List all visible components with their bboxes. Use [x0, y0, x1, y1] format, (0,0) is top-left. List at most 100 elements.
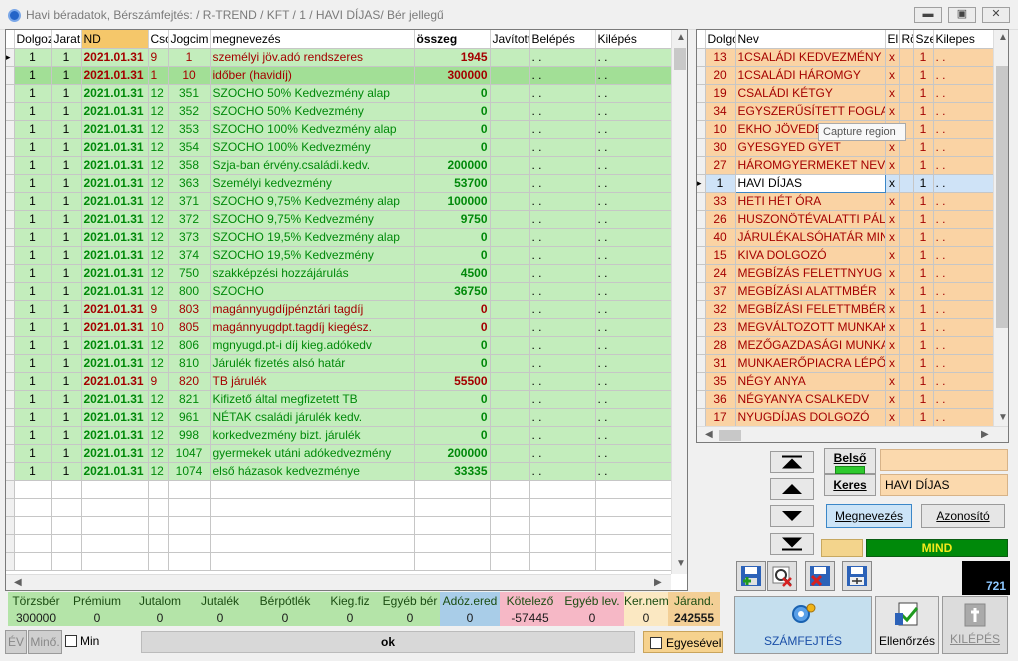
cell-amt[interactable]: 0 [414, 138, 491, 157]
cell-k[interactable]: . . [933, 156, 994, 175]
cell-cso[interactable]: 12 [148, 156, 169, 175]
cell-be[interactable]: . . [529, 210, 596, 229]
cell-jav[interactable] [490, 210, 530, 229]
cell-amt[interactable]: 0 [414, 120, 491, 139]
cell-_[interactable] [899, 102, 914, 121]
cell-ki[interactable]: . . [595, 228, 673, 247]
cell-jav[interactable] [490, 66, 530, 85]
cell-j[interactable]: 1 [51, 84, 82, 103]
cell-jav[interactable] [490, 192, 530, 211]
next-record-button[interactable] [770, 505, 814, 527]
cell-amt[interactable]: 0 [414, 300, 491, 319]
table-row[interactable]: 1 1 2021.01.31 12 961 NÉTAK családi járulék k… [6, 408, 673, 427]
cell-j[interactable]: 1 [51, 66, 82, 85]
employee-row[interactable]: 37 MEGBÍZÁSI ALATTMBÉR x 1. . [697, 282, 994, 301]
cell-id[interactable]: 26 [705, 210, 736, 229]
cell-name[interactable]: SZOCHO 100% Kedvezmény [210, 138, 415, 157]
cell-ki[interactable]: . . [595, 246, 673, 265]
column-header[interactable]: El [885, 30, 900, 49]
table-row[interactable]: 1 1 2021.01.31 12 354 SZOCHO 100% Kedvezmény 0… [6, 138, 673, 157]
cell-date[interactable]: 2021.01.31 [81, 48, 149, 67]
cell-jc[interactable]: 1047 [168, 444, 211, 463]
employee-row[interactable]: 13 1CSALÁDI KEDVEZMÉNY x 1. . [697, 48, 994, 67]
column-header[interactable]: Jogcim [168, 30, 211, 49]
cell-cso[interactable]: 12 [148, 264, 169, 283]
cell-jc[interactable]: 998 [168, 426, 211, 445]
cell-jav[interactable] [490, 300, 530, 319]
cell-date[interactable]: 2021.01.31 [81, 408, 149, 427]
cell-_[interactable] [899, 336, 914, 355]
cell-s[interactable]: 1 [913, 66, 934, 85]
cell-s[interactable]: 1 [913, 246, 934, 265]
cell-name[interactable]: SZOCHO [210, 282, 415, 301]
cell-jav[interactable] [490, 174, 530, 193]
cell-j[interactable]: 1 [51, 174, 82, 193]
cell-jc[interactable]: 353 [168, 120, 211, 139]
cell-be[interactable]: . . [529, 336, 596, 355]
cell-amt[interactable]: 1945 [414, 48, 491, 67]
cell-be[interactable]: . . [529, 228, 596, 247]
cell-id[interactable]: 1 [705, 174, 736, 193]
column-header[interactable]: Dolgoz [14, 30, 52, 49]
maximize-button[interactable]: ▣ [948, 7, 976, 23]
employee-row[interactable]: 36 NÉGYANYA CSALKEDV x 1. . [697, 390, 994, 409]
minimize-button[interactable]: ▬ [914, 7, 942, 23]
edit-record-button[interactable] [842, 561, 872, 591]
cell-jav[interactable] [490, 390, 530, 409]
cell-amt[interactable]: 0 [414, 228, 491, 247]
cell-x[interactable]: x [885, 372, 900, 391]
cell-x[interactable]: x [885, 282, 900, 301]
cell-jc[interactable]: 961 [168, 408, 211, 427]
employee-row[interactable]: 27 HÁROMGYERMEKET NEVE x 1. . [697, 156, 994, 175]
cell-_[interactable] [899, 210, 914, 229]
table-row[interactable]: 1 1 2021.01.31 10 805 magánnyugdpt.tagdíj kie… [6, 318, 673, 337]
column-header[interactable]: Nev [735, 30, 886, 49]
cell-jc[interactable]: 10 [168, 66, 211, 85]
table-row[interactable]: 1 1 2021.01.31 12 1074 első házasok kedvezmén… [6, 462, 673, 481]
cell-jc[interactable]: 803 [168, 300, 211, 319]
cell-id[interactable]: 31 [705, 354, 736, 373]
cell-x[interactable]: x [885, 300, 900, 319]
cell-jav[interactable] [490, 282, 530, 301]
cell-be[interactable]: . . [529, 246, 596, 265]
cell-jc[interactable]: 805 [168, 318, 211, 337]
cell-name[interactable]: CSALÁDI KÉTGY [735, 84, 886, 103]
cell-date[interactable]: 2021.01.31 [81, 84, 149, 103]
cell-be[interactable]: . . [529, 84, 596, 103]
employee-row[interactable]: 28 MEZŐGAZDASÁGI MUNKAI x 1. . [697, 336, 994, 355]
cell-name[interactable]: Szja-ban érvény.családi.kedv. [210, 156, 415, 175]
cell-jav[interactable] [490, 246, 530, 265]
cell-cso[interactable]: 9 [148, 300, 169, 319]
cell-jav[interactable] [490, 336, 530, 355]
cell-d[interactable]: 1 [14, 444, 52, 463]
cell-d[interactable]: 1 [14, 84, 52, 103]
cell-ki[interactable]: . . [595, 426, 673, 445]
cell-_[interactable] [899, 156, 914, 175]
cell-cso[interactable]: 9 [148, 372, 169, 391]
cell-_[interactable] [899, 390, 914, 409]
cell-x[interactable]: x [885, 408, 900, 427]
employee-row[interactable]: 35 NÉGY ANYA x 1. . [697, 372, 994, 391]
cell-name[interactable]: MEZŐGAZDASÁGI MUNKAI [735, 336, 886, 355]
cell-j[interactable]: 1 [51, 210, 82, 229]
employee-row[interactable]: ▸ 1 HAVI DÍJAS x 1. . [697, 173, 994, 193]
cell-date[interactable]: 2021.01.31 [81, 138, 149, 157]
cell-id[interactable]: 17 [705, 408, 736, 427]
cell-date[interactable]: 2021.01.31 [81, 444, 149, 463]
cell-jc[interactable]: 372 [168, 210, 211, 229]
cell-be[interactable]: . . [529, 138, 596, 157]
column-header[interactable]: Javított [490, 30, 530, 49]
cell-ki[interactable]: . . [595, 444, 673, 463]
scroll-thumb[interactable] [719, 430, 741, 441]
cell-name[interactable]: SZOCHO 9,75% Kedvezmény alap [210, 192, 415, 211]
cell-amt[interactable]: 33335 [414, 462, 491, 481]
cell-_[interactable] [899, 246, 914, 265]
cell-id[interactable]: 27 [705, 156, 736, 175]
cell-d[interactable]: 1 [14, 192, 52, 211]
cell-d[interactable]: 1 [14, 156, 52, 175]
cell-name[interactable]: SZOCHO 50% Kedvezmény [210, 102, 415, 121]
table-row[interactable]: 1 1 2021.01.31 9 820 TB járulék 55500. .. . [6, 372, 673, 391]
empty-row[interactable] [6, 498, 673, 517]
cell-be[interactable]: . . [529, 192, 596, 211]
cell-k[interactable]: . . [933, 372, 994, 391]
